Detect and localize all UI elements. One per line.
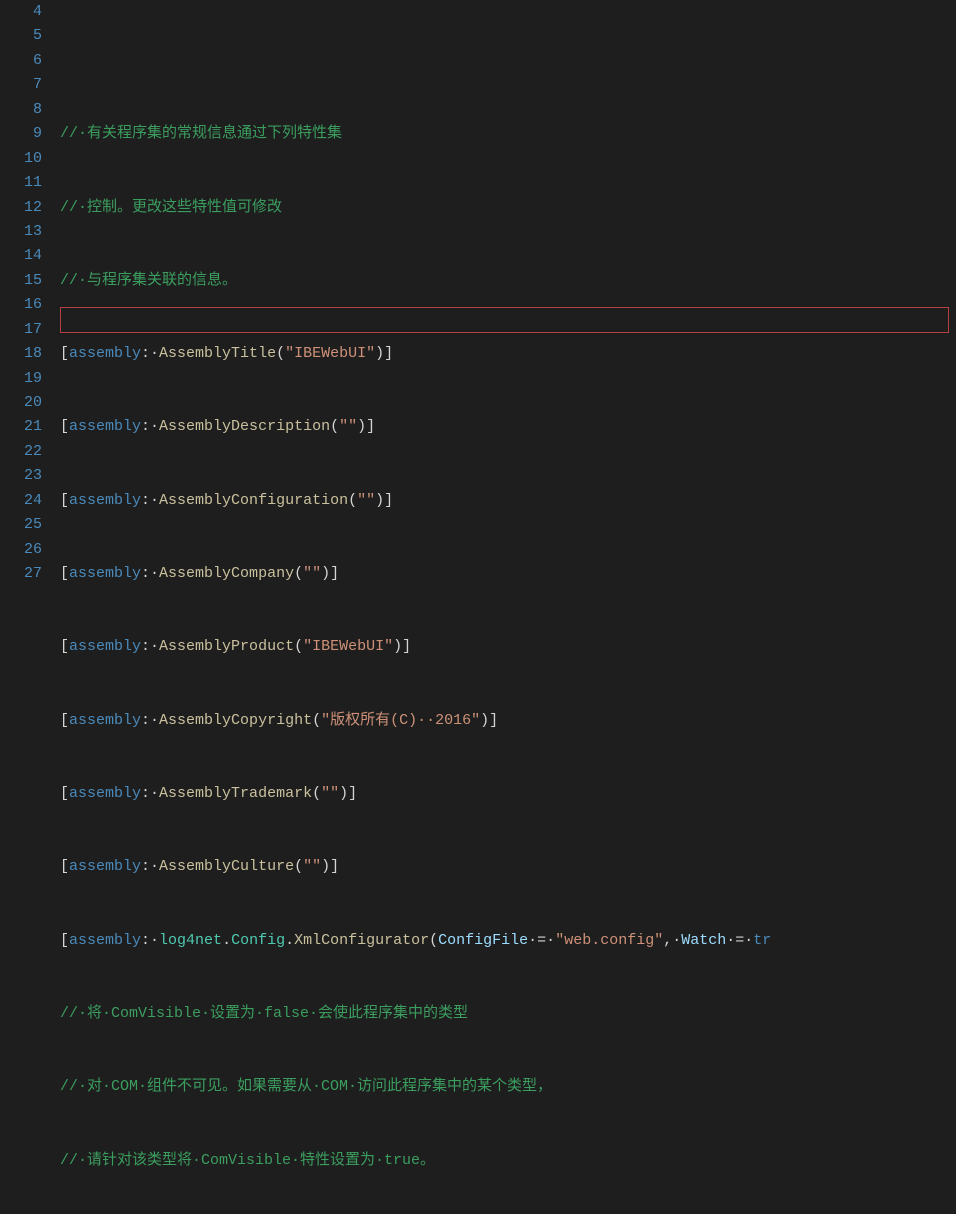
code-line[interactable]: [assembly:·AssemblyCopyright("版权所有(C)··2… (60, 709, 956, 733)
code-line[interactable]: [assembly:·AssemblyTrademark("")] (60, 782, 956, 806)
code-line[interactable]: //·与程序集关联的信息。 (60, 269, 956, 293)
comment: //·与程序集关联的信息。 (60, 272, 237, 289)
line-number: 25 (0, 513, 42, 537)
line-number: 21 (0, 415, 42, 439)
code-line[interactable]: [assembly:·AssemblyConfiguration("")] (60, 489, 956, 513)
code-editor[interactable]: 4 5 6 7 8 9 10 11 12 13 14 15 16 17 18 1… (0, 0, 956, 607)
line-number: 26 (0, 538, 42, 562)
code-line[interactable]: [assembly:·log4net.Config.XmlConfigurato… (60, 929, 956, 953)
line-number: 20 (0, 391, 42, 415)
line-number: 5 (0, 24, 42, 48)
code-line[interactable]: [assembly:·AssemblyCulture("")] (60, 855, 956, 879)
line-number: 11 (0, 171, 42, 195)
code-line[interactable]: //·对·COM·组件不可见。如果需要从·COM·访问此程序集中的某个类型， (60, 1075, 956, 1099)
line-number: 10 (0, 147, 42, 171)
line-number: 27 (0, 562, 42, 586)
line-number: 15 (0, 269, 42, 293)
highlight-annotation (60, 307, 949, 333)
code-line[interactable]: [assembly:·AssemblyDescription("")] (60, 415, 956, 439)
comment: //·请针对该类型将·ComVisible·特性设置为·true。 (60, 1152, 435, 1169)
line-number: 8 (0, 98, 42, 122)
line-number: 4 (0, 0, 42, 24)
line-number: 14 (0, 244, 42, 268)
line-number: 13 (0, 220, 42, 244)
line-number: 18 (0, 342, 42, 366)
code-line[interactable]: //·将·ComVisible·设置为·false·会使此程序集中的类型 (60, 1002, 956, 1026)
line-number: 16 (0, 293, 42, 317)
comment: //·控制。更改这些特性值可修改 (60, 199, 282, 216)
comment: //·将·ComVisible·设置为·false·会使此程序集中的类型 (60, 1005, 468, 1022)
line-number: 19 (0, 367, 42, 391)
comment: //·有关程序集的常规信息通过下列特性集 (60, 125, 342, 142)
code-line[interactable]: [assembly:·AssemblyProduct("IBEWebUI")] (60, 635, 956, 659)
line-number: 22 (0, 440, 42, 464)
code-line[interactable]: [assembly:·AssemblyCompany("")] (60, 562, 956, 586)
code-line[interactable]: //·有关程序集的常规信息通过下列特性集 (60, 122, 956, 146)
line-number: 17 (0, 318, 42, 342)
line-number: 6 (0, 49, 42, 73)
line-number: 24 (0, 489, 42, 513)
line-number: 9 (0, 122, 42, 146)
code-line[interactable]: //·控制。更改这些特性值可修改 (60, 196, 956, 220)
line-number-gutter: 4 5 6 7 8 9 10 11 12 13 14 15 16 17 18 1… (0, 0, 60, 607)
code-line[interactable]: [assembly:·AssemblyTitle("IBEWebUI")] (60, 342, 956, 366)
code-area[interactable]: //·有关程序集的常规信息通过下列特性集 //·控制。更改这些特性值可修改 //… (60, 0, 956, 607)
line-number: 23 (0, 464, 42, 488)
code-line[interactable] (60, 49, 956, 73)
line-number: 7 (0, 73, 42, 97)
code-line[interactable]: //·请针对该类型将·ComVisible·特性设置为·true。 (60, 1149, 956, 1173)
line-number: 12 (0, 196, 42, 220)
comment: //·对·COM·组件不可见。如果需要从·COM·访问此程序集中的某个类型， (60, 1078, 552, 1095)
